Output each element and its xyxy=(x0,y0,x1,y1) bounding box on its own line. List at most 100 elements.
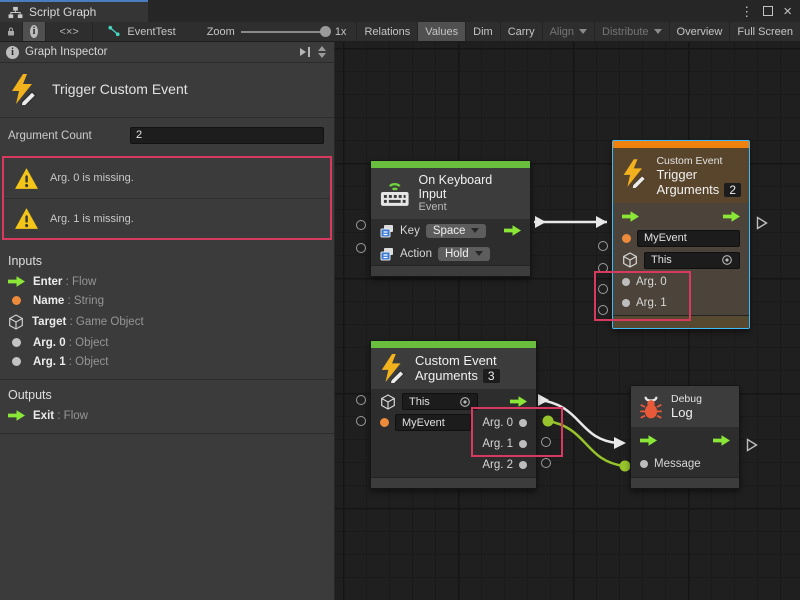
page-title: Trigger Custom Event xyxy=(52,81,188,97)
event-name-field[interactable]: MyEvent xyxy=(637,230,740,247)
port-row-enter: Enter : Flow xyxy=(0,272,334,291)
chevron-down-icon xyxy=(579,29,587,34)
align-dropdown[interactable]: Align xyxy=(543,22,595,41)
key-dropdown[interactable]: Space xyxy=(426,224,487,238)
value-input-port[interactable] xyxy=(356,220,366,230)
inspector-toggle-button[interactable]: i xyxy=(23,22,46,41)
unity-script-graph-window: Script Graph ⋮ × i <×> EventTest xyxy=(0,0,800,600)
maximize-icon[interactable] xyxy=(763,6,773,16)
node-selected-bar xyxy=(613,141,749,148)
port-row-name: Name : String xyxy=(0,291,334,310)
value-input-port[interactable] xyxy=(356,416,366,426)
node-subtitle: Event xyxy=(419,201,522,213)
node-title: Custom Event xyxy=(415,353,500,368)
graph-breadcrumb[interactable]: EventTest xyxy=(93,22,182,41)
target-field[interactable]: This xyxy=(402,393,478,410)
string-port-icon[interactable] xyxy=(380,418,389,427)
node-surtitle: Custom Event xyxy=(656,155,741,167)
port-row-arg1: Arg. 1 : Object xyxy=(0,352,334,371)
gameobject-cube-icon[interactable] xyxy=(622,252,638,268)
dim-button[interactable]: Dim xyxy=(466,22,501,41)
object-port-icon xyxy=(12,338,21,347)
value-output-port[interactable] xyxy=(541,458,551,468)
object-port-icon[interactable] xyxy=(622,278,630,286)
inline-value-icon xyxy=(380,247,394,261)
panel-title: Graph Inspector xyxy=(25,46,107,58)
object-port-icon[interactable] xyxy=(519,461,527,469)
node-trigger-custom-event[interactable]: Custom Event Trigger Arguments 2 xyxy=(612,140,750,329)
overview-button[interactable]: Overview xyxy=(670,22,731,41)
node-on-keyboard-input[interactable]: On Keyboard Input Event Key Space xyxy=(370,160,531,277)
script-graph-icon xyxy=(8,6,23,19)
action-dropdown[interactable]: Hold xyxy=(438,247,490,261)
object-picker-icon[interactable] xyxy=(459,396,471,408)
zoom-control: Zoom 1x xyxy=(183,22,358,41)
value-input-port[interactable] xyxy=(598,241,608,251)
object-port-icon[interactable] xyxy=(640,460,648,468)
tab-script-graph[interactable]: Script Graph xyxy=(0,0,148,22)
node-debug-log[interactable]: Debug Log Message xyxy=(630,385,740,489)
distribute-dropdown[interactable]: Distribute xyxy=(595,22,669,41)
window-controls: ⋮ × xyxy=(740,0,800,22)
object-port-icon[interactable] xyxy=(519,419,527,427)
flow-output-port[interactable] xyxy=(504,225,521,236)
warning-icon xyxy=(14,167,39,190)
value-input-port[interactable] xyxy=(356,395,366,405)
value-input-port[interactable] xyxy=(598,305,608,315)
custom-event-icon xyxy=(378,353,408,383)
string-port-icon[interactable] xyxy=(622,234,631,243)
node-event-bar xyxy=(371,341,536,348)
inspected-node-title-row: Trigger Custom Event xyxy=(0,63,334,117)
panel-scroll-arrows[interactable] xyxy=(318,46,328,58)
object-port-icon[interactable] xyxy=(519,440,527,448)
arg1-label: Arg. 1 xyxy=(482,438,513,450)
object-port-icon[interactable] xyxy=(622,299,630,307)
window-menu-icon[interactable]: ⋮ xyxy=(740,5,753,18)
chevron-down-icon xyxy=(475,251,483,256)
flow-output-port[interactable] xyxy=(510,396,527,407)
close-icon[interactable]: × xyxy=(783,4,792,19)
argument-count-row: Argument Count 2 xyxy=(0,118,334,153)
node-custom-event[interactable]: Custom Event Arguments 3 This xyxy=(370,340,537,489)
chevron-down-icon xyxy=(471,228,479,233)
event-name-field[interactable]: MyEvent xyxy=(395,414,471,431)
flow-output-port[interactable] xyxy=(713,435,730,446)
value-input-port[interactable] xyxy=(356,243,366,253)
gameobject-cube-icon xyxy=(8,314,24,330)
value-input-port[interactable] xyxy=(598,284,608,294)
lock-button[interactable] xyxy=(0,22,23,41)
value-input-port[interactable] xyxy=(598,263,608,273)
argument-count-badge: 2 xyxy=(724,183,741,197)
fullscreen-button[interactable]: Full Screen xyxy=(730,22,800,41)
argument-count-input[interactable]: 2 xyxy=(130,127,324,144)
carry-button[interactable]: Carry xyxy=(501,22,543,41)
object-picker-icon[interactable] xyxy=(721,254,733,266)
graph-inspector-panel: i Graph Inspector Trigger Custom Event A… xyxy=(0,42,335,600)
zoom-slider-handle[interactable] xyxy=(320,26,331,37)
dock-icon[interactable] xyxy=(298,46,312,58)
target-field[interactable]: This xyxy=(644,252,740,269)
connection-keyboard-to-trigger[interactable] xyxy=(534,216,607,228)
graph-canvas[interactable]: On Keyboard Input Event Key Space xyxy=(335,42,800,600)
lock-icon xyxy=(7,25,15,38)
gameobject-cube-icon[interactable] xyxy=(380,394,396,410)
node-title: Trigger xyxy=(656,167,741,182)
graph-asset-icon xyxy=(107,25,121,38)
flow-input-port[interactable] xyxy=(640,435,657,446)
flow-output-port[interactable] xyxy=(723,211,740,222)
port-row-exit: Exit : Flow xyxy=(0,406,334,425)
code-view-button[interactable]: <×> xyxy=(46,22,93,41)
relations-button[interactable]: Relations xyxy=(357,22,418,41)
port-row-target: Target : Game Object xyxy=(0,310,334,333)
titlebar: Script Graph ⋮ × xyxy=(0,0,800,22)
keyboard-icon xyxy=(378,178,412,208)
zoom-label: Zoom xyxy=(207,26,235,38)
flow-input-port[interactable] xyxy=(622,211,639,222)
divider xyxy=(0,433,334,434)
zoom-slider[interactable] xyxy=(241,31,329,33)
arg1-label: Arg. 1 xyxy=(636,297,667,309)
flow-continuation-icon xyxy=(746,438,758,452)
values-button[interactable]: Values xyxy=(418,22,466,41)
value-output-port[interactable] xyxy=(541,437,551,447)
custom-event-icon xyxy=(8,73,40,105)
